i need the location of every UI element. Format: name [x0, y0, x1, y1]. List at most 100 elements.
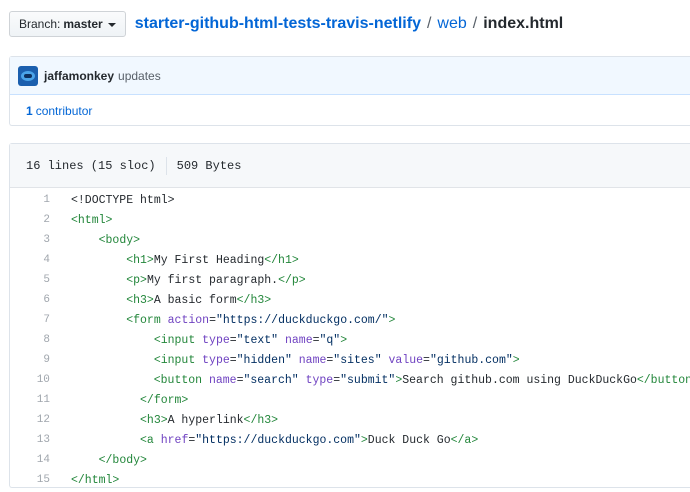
line-number[interactable]: 6 — [10, 294, 50, 306]
code-text: = — [229, 353, 237, 367]
code-string: "https://duckduckgo.com/" — [215, 313, 389, 327]
code-tag: <html> — [71, 213, 113, 227]
avatar[interactable] — [18, 65, 38, 86]
caret-down-icon — [107, 22, 116, 27]
line-number[interactable]: 9 — [10, 354, 50, 366]
code-line: 4 <h1>My First Heading</h1> — [10, 250, 690, 270]
code-tag: </html> — [71, 473, 120, 487]
code-text: <!DOCTYPE html> — [71, 193, 175, 207]
code-string: "github.com" — [429, 353, 513, 367]
code-tag: > — [340, 333, 348, 347]
code-text: A hyperlink — [167, 413, 244, 427]
breadcrumb-separator: / — [426, 15, 432, 32]
code-tag: <input — [153, 353, 203, 367]
code-line: 11 </form> — [10, 390, 690, 410]
line-number[interactable]: 10 — [10, 374, 50, 386]
code-line: 3 <body> — [10, 230, 690, 250]
code-content: </html> — [50, 474, 119, 487]
code-line: 6 <h3>A basic form</h3> — [10, 290, 690, 310]
code-tag: </button> — [636, 373, 690, 387]
code-line: 5 <p>My first paragraph.</p> — [10, 270, 690, 290]
code-tag: <h3> — [126, 293, 154, 307]
code-string: "hidden" — [236, 353, 292, 367]
code-line: 9 <input type="hidden" name="sites" valu… — [10, 350, 690, 370]
code-attr: type — [202, 353, 230, 367]
code-attr: type — [202, 333, 230, 347]
code-tag: <a — [140, 433, 161, 447]
code-line: 7 <form action="https://duckduckgo.com/"… — [10, 310, 690, 330]
branch-select-button[interactable]: Branch: master — [9, 11, 126, 37]
line-number[interactable]: 13 — [10, 434, 50, 446]
code-text: = — [312, 333, 320, 347]
contributors-count: 1 — [26, 103, 33, 118]
line-number[interactable]: 7 — [10, 314, 50, 326]
code-string: "search" — [243, 373, 299, 387]
code-string: "sites" — [333, 353, 382, 367]
code-tag: <h1> — [126, 253, 154, 267]
line-number[interactable]: 12 — [10, 414, 50, 426]
commit-author-link[interactable]: jaffamonkey — [44, 69, 114, 83]
code-line: 15 </html> — [10, 470, 690, 490]
code-content: <button name="search" type="submit">Sear… — [50, 374, 690, 387]
file-box: 16 lines (15 sloc) 509 Bytes 1 <!DOCTYPE … — [9, 143, 690, 488]
line-number[interactable]: 8 — [10, 334, 50, 346]
code-content: <p>My first paragraph.</p> — [50, 274, 305, 287]
line-number[interactable]: 2 — [10, 214, 50, 226]
file-line-count: 16 lines (15 sloc) — [26, 158, 156, 173]
line-number[interactable]: 5 — [10, 274, 50, 286]
code-content: <body> — [50, 234, 140, 247]
code-tag: </body> — [98, 453, 147, 467]
code-text: Duck Duck Go — [367, 433, 451, 447]
code-content: </form> — [50, 394, 188, 407]
line-number[interactable]: 1 — [10, 194, 50, 206]
code-string: "q" — [319, 333, 341, 347]
code-line: 2 <html> — [10, 210, 690, 230]
code-attr: action — [167, 313, 210, 327]
code-content: <form action="https://duckduckgo.com/"> — [50, 314, 395, 327]
code-content: <h3>A basic form</h3> — [50, 294, 271, 307]
code-line: 12 <h3>A hyperlink</h3> — [10, 410, 690, 430]
code-tag: <h3> — [140, 413, 168, 427]
code-content: <h1>My First Heading</h1> — [50, 254, 299, 267]
code-tag: <body> — [98, 233, 141, 247]
breadcrumb-repo-link[interactable]: starter-github-html-tests-travis-netlify — [135, 15, 421, 33]
code-tag: <button — [153, 373, 209, 387]
breadcrumb-dir-link[interactable]: web — [437, 15, 466, 33]
code-tag: </form> — [140, 393, 189, 407]
code-view: 1 <!DOCTYPE html> 2 <html> 3 <body> 4 <h1>My … — [10, 188, 690, 490]
code-tag: > — [388, 313, 396, 327]
code-tag: </h3> — [243, 413, 279, 427]
line-number[interactable]: 3 — [10, 234, 50, 246]
line-number[interactable]: 4 — [10, 254, 50, 266]
code-content: <a href="https://duckduckgo.com">Duck Du… — [50, 434, 478, 447]
code-tag: <form — [126, 313, 168, 327]
code-attr: value — [388, 353, 424, 367]
code-content: <!DOCTYPE html> — [50, 194, 175, 207]
code-attr: name — [284, 333, 313, 347]
topbar: Branch: master starter-github-html-tests… — [9, 10, 563, 38]
code-tag: <input — [153, 333, 203, 347]
line-number[interactable]: 14 — [10, 454, 50, 466]
code-tag: > — [360, 433, 368, 447]
commit-message-link[interactable]: updates — [118, 69, 161, 83]
branch-prefix: Branch: — [19, 17, 61, 31]
contributors-row[interactable]: 1 contributor — [10, 95, 690, 126]
code-content: <h3>A hyperlink</h3> — [50, 414, 278, 427]
line-number[interactable]: 15 — [10, 474, 50, 486]
code-line: 8 <input type="text" name="q"> — [10, 330, 690, 350]
line-number[interactable]: 11 — [10, 394, 50, 406]
breadcrumb: starter-github-html-tests-travis-netlify… — [135, 15, 564, 33]
code-content: <html> — [50, 214, 112, 227]
code-content: <input type="hidden" name="sites" value=… — [50, 354, 520, 367]
commit-header: jaffamonkey updates — [10, 57, 690, 95]
code-attr: name — [208, 373, 237, 387]
contributors-label: contributor — [35, 103, 93, 118]
